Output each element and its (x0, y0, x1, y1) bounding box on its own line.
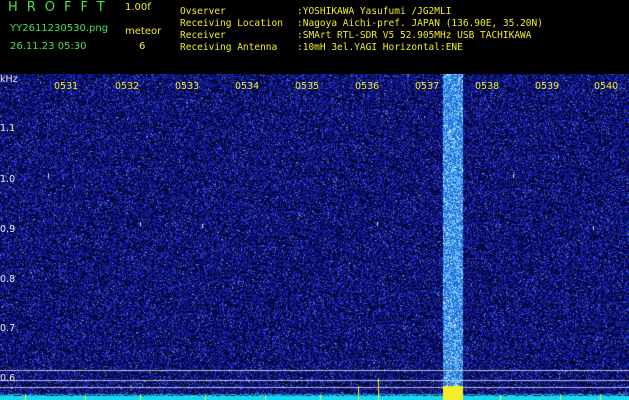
info-key: Receiving Location (180, 18, 283, 29)
meteor-count: 6 (139, 41, 146, 52)
time-label: 0533 (175, 81, 200, 92)
time-label: 0534 (235, 81, 260, 92)
time-label: 0535 (295, 81, 320, 92)
time-label: 0536 (355, 81, 380, 92)
info-row-observer: Ovserver :YOSHIKAWA Yasufumi /JG2MLI (180, 6, 451, 17)
info-row-receiver: Receiver :SMArt RTL-SDR V5 52.905MHz USB … (180, 30, 532, 41)
info-key: Ovserver (180, 6, 226, 17)
info-value: :Nagoya Aichi-pref. JAPAN (136.90E, 35.2… (297, 18, 543, 29)
time-label: 0540 (594, 81, 619, 92)
info-value: :SMArt RTL-SDR V5 52.905MHz USB TACHIKAW… (297, 30, 532, 41)
info-key: Receiving Antenna (180, 42, 278, 53)
freq-label: 0.6 (0, 373, 16, 384)
time-label: 0538 (475, 81, 500, 92)
info-row-antenna: Receiving Antenna :10mH 3el.YAGI Horizont… (180, 42, 463, 53)
time-label: 0531 (54, 81, 79, 92)
info-key: Receiver (180, 30, 226, 41)
time-label: 0539 (535, 81, 560, 92)
unit-label: kHz (0, 74, 18, 85)
time-label: 0532 (115, 81, 140, 92)
datetime-label: 26.11.23 05:30 (10, 41, 87, 52)
meteor-label: meteor (125, 26, 162, 37)
info-row-location: Receiving Location :Nagoya Aichi-pref. JA… (180, 18, 543, 29)
freq-label: 1.1 (0, 123, 16, 134)
version-label: 1.00f (125, 2, 151, 13)
info-value: :YOSHIKAWA Yasufumi /JG2MLI (297, 6, 452, 17)
filename-label: YY2611230530.png (10, 23, 109, 34)
header-panel: HROFFT 1.00f YY2611230530.png 26.11.23 0… (0, 0, 629, 74)
freq-label: 0.7 (0, 323, 16, 334)
time-label: 0537 (415, 81, 440, 92)
app-title: HROFFT (8, 0, 114, 15)
spectrogram-canvas (0, 74, 629, 400)
freq-label: 0.9 (0, 224, 16, 235)
info-value: :10mH 3el.YAGI Horizontal:ENE (297, 42, 463, 53)
freq-label: 1.0 (0, 174, 16, 185)
freq-label: 0.8 (0, 274, 16, 285)
